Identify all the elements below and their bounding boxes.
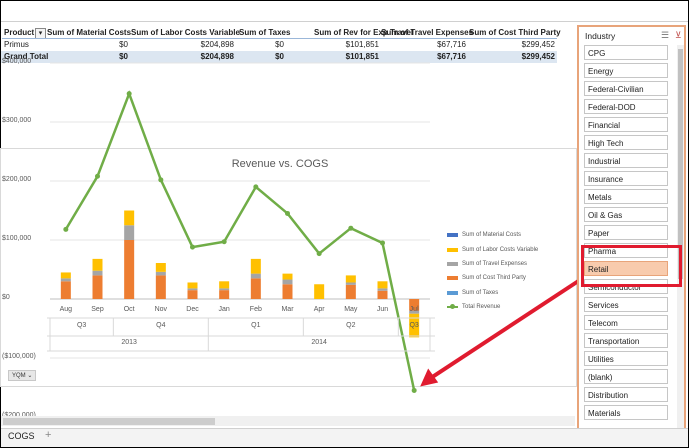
legend-swatch [447,247,458,252]
x-tick-label: Oct [123,306,135,313]
pivot-data-row-cell[interactable]: $0 [119,39,128,51]
legend-swatch [447,290,458,295]
y-tick-label: $0 [2,294,10,301]
x-tick-label: May [344,306,358,313]
pivot-data-row-cell[interactable]: Primus [4,39,29,51]
slicer-item-federal-dod[interactable]: Federal-DOD [584,99,668,114]
x-tick-label: Jun [376,306,389,313]
slicer-item-transportation[interactable]: Transportation [584,333,668,348]
x-tick-label: Nov [154,306,168,313]
pivot-total-row-cell[interactable]: $204,898 [201,51,234,63]
horizontal-scroll-thumb[interactable] [3,418,215,425]
x-tick-label: Dec [186,306,199,313]
slicer-item-services[interactable]: Services [584,297,668,312]
pivot-header-border [2,38,557,39]
x-tick-label: Feb [249,306,262,313]
pivot-data-row: Primus $0 $204,898 $0 $101,851 $67,716 $299,45… [1,39,557,51]
x-tick-label: Jan [218,306,230,313]
legend-label: Sum of Travel Expenses [462,260,528,267]
slicer-item-federal-civilian[interactable]: Federal-Civilian [584,81,668,96]
slicer-item-energy[interactable]: Energy [584,63,668,78]
year-label: 2013 [121,339,137,346]
slicer-title: Industry [585,31,616,41]
legend-swatch [447,233,458,238]
quarter-label: Q4 [156,322,166,329]
yqm-label: YQM [12,373,26,379]
formula-bar[interactable] [1,1,688,22]
legend-label: Sum of Material Costs [462,232,522,239]
slicer-item-high-tech[interactable]: High Tech [584,135,668,150]
yqm-filter-button[interactable]: YQM ⌄ [8,370,37,381]
legend-label: Sum of Taxes [462,289,499,296]
sheet-tab-bar [1,428,688,447]
legend-label: Total Revenue [462,304,501,311]
sheet-tab-cogs[interactable]: COGS [8,431,35,441]
pivot-total-row-cell[interactable]: $101,851 [346,51,379,63]
clear-filter-icon[interactable]: ⊻ [675,30,682,41]
legend-item: Sum of Taxes [447,286,538,300]
multi-select-icon[interactable]: ☰ [661,30,669,41]
legend-item: Sum of Labor Costs Variable [447,242,538,256]
legend-item: Sum of Travel Expenses [447,257,538,271]
pivot-data-row-cell[interactable]: $0 [275,39,284,51]
chart-legend: Sum of Material Costs Sum of Labor Costs … [447,228,538,314]
highlight-box [581,245,682,287]
slicer-item-oil-gas[interactable]: Oil & Gas [584,207,668,222]
slicer-item-metals[interactable]: Metals [584,189,668,204]
add-sheet-button[interactable]: + [45,429,51,441]
y-tick-label: ($100,000) [2,353,36,360]
pivot-total-row-cell[interactable]: $0 [119,51,128,63]
legend-swatch [447,261,458,266]
slicer-item-telecom[interactable]: Telecom [584,315,668,330]
quarter-label: Q1 [251,322,261,329]
pivot-total-row: Grand Total $0 $204,898 $0 $101,851 $67,716 $2… [1,51,557,63]
slicer-item-distribution[interactable]: Distribution [584,387,668,402]
pivot-data-row-cell[interactable]: $204,898 [201,39,234,51]
slicer-item-cpg[interactable]: CPG [584,45,668,60]
slicer-item-paper[interactable]: Paper [584,225,668,240]
pivot-data-row-cell[interactable]: $299,452 [522,39,555,51]
x-tick-label: Sep [91,306,104,313]
quarter-label: Q3 [409,322,419,329]
pivot-total-row-cell[interactable]: $0 [275,51,284,63]
legend-swatch [447,276,458,281]
chart-title: Revenue vs. COGS [231,158,329,170]
x-tick-label: Aug [59,306,73,313]
slicer-item-materials[interactable]: Materials [584,405,668,420]
y-tick-label: $300,000 [2,117,32,124]
x-tick-label: Apr [313,306,325,313]
slicer-item-industrial[interactable]: Industrial [584,153,668,168]
slicer-item-blank[interactable]: (blank) [584,369,668,384]
legend-item: Total Revenue [447,300,538,314]
quarter-label: Q2 [346,322,356,329]
slicer-item-utilities[interactable]: Utilities [584,351,668,366]
legend-label: Sum of Labor Costs Variable [462,246,539,253]
legend-label: Sum of Cost Third Party [462,275,526,282]
x-tick-label: Mar [281,306,294,313]
year-label: 2014 [311,339,327,346]
pivot-total-row-cell[interactable]: $67,716 [437,51,466,63]
slicer-item-financial[interactable]: Financial [584,117,668,132]
y-tick-label: $400,000 [2,58,32,65]
legend-item: Sum of Material Costs [447,228,538,242]
quarter-label: Q3 [76,322,87,329]
pivot-total-row-cell[interactable]: $299,452 [522,51,555,63]
pivot-data-row-cell[interactable]: $101,851 [346,39,379,51]
pivot-data-row-cell[interactable]: $67,716 [437,39,466,51]
y-tick-label: $100,000 [2,235,32,242]
legend-item: Sum of Cost Third Party [447,271,538,285]
y-tick-label: $200,000 [2,176,32,183]
legend-swatch [447,304,458,310]
x-tick-label: Jul [409,306,419,313]
industry-slicer[interactable]: Industry ☰ ⊻ CPG Energy Federal-Civilian Fe… [577,25,686,445]
slicer-item-insurance[interactable]: Insurance [584,171,668,186]
